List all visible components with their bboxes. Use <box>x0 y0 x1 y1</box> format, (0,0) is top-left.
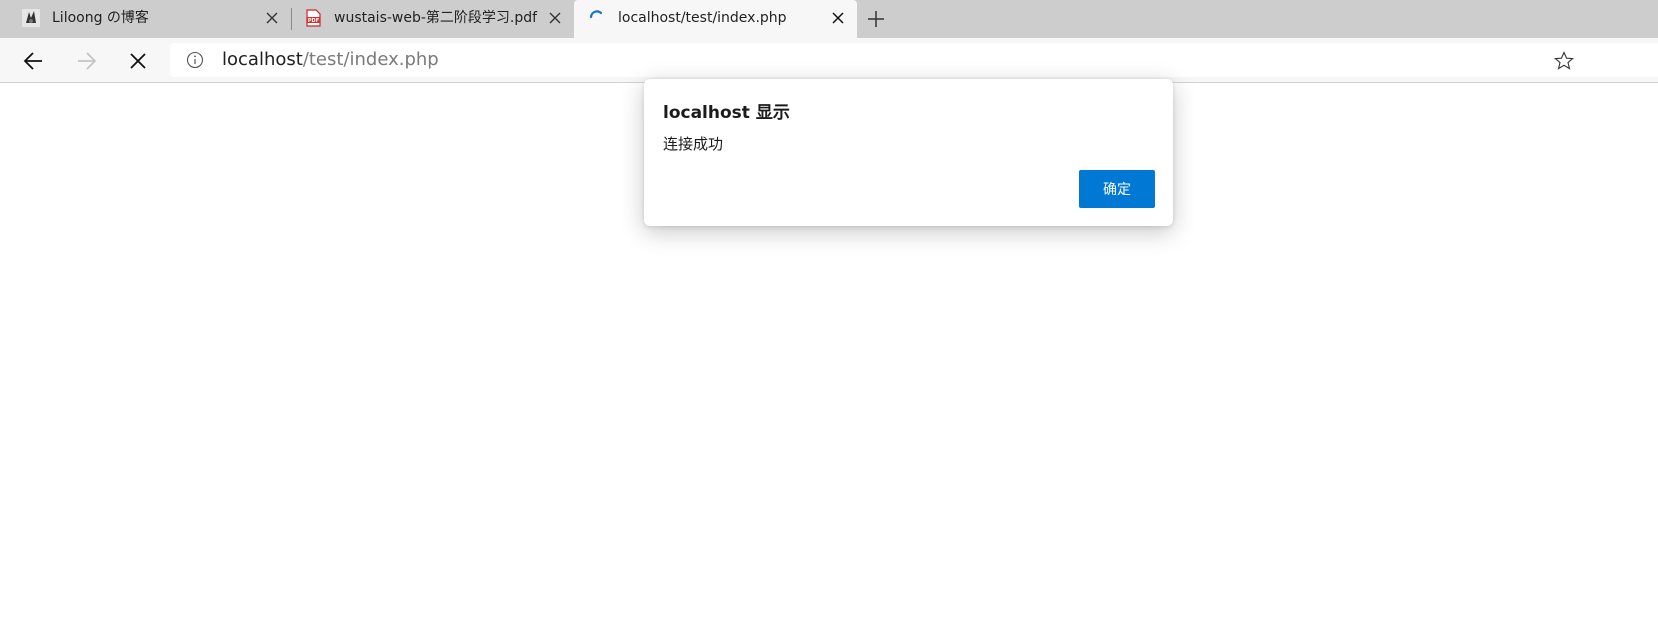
tab-localhost-active[interactable]: localhost/test/index.php <box>574 0 857 38</box>
browser-toolbar: localhost/test/index.php <box>0 38 1658 83</box>
liloong-logo-icon <box>22 9 40 27</box>
close-icon[interactable] <box>265 11 279 25</box>
tab-pdf[interactable]: PDF wustais-web-第二阶段学习.pdf <box>292 0 574 38</box>
back-arrow-icon[interactable] <box>20 47 48 75</box>
tab-title: wustais-web-第二阶段学习.pdf <box>334 10 538 26</box>
ok-button[interactable]: 确定 <box>1079 170 1155 208</box>
forward-arrow-icon[interactable] <box>72 47 100 75</box>
address-bar[interactable]: localhost/test/index.php <box>170 43 1658 77</box>
url-path: /test/index.php <box>302 49 439 70</box>
star-icon[interactable] <box>1554 51 1574 71</box>
info-icon[interactable] <box>186 51 204 69</box>
stop-loading-icon[interactable] <box>124 47 152 75</box>
close-icon[interactable] <box>831 11 845 25</box>
svg-text:PDF: PDF <box>308 18 319 24</box>
close-icon[interactable] <box>548 11 562 25</box>
url-text[interactable]: localhost/test/index.php <box>222 49 439 71</box>
dialog-message: 连接成功 <box>663 135 724 153</box>
pdf-icon: PDF <box>306 9 321 27</box>
url-host: localhost <box>222 49 303 70</box>
dialog-title: localhost 显示 <box>663 103 790 123</box>
tab-title: localhost/test/index.php <box>618 10 787 26</box>
plus-icon[interactable] <box>865 8 887 30</box>
tab-title: Liloong の博客 <box>52 10 149 26</box>
tab-strip: Liloong の博客 PDF wustais-web-第二阶段学习.pdf l… <box>0 0 1658 38</box>
tab-liloong-blog[interactable]: Liloong の博客 <box>0 0 290 38</box>
loading-spinner-icon <box>589 10 603 19</box>
alert-dialog: localhost 显示 连接成功 确定 <box>644 79 1173 226</box>
